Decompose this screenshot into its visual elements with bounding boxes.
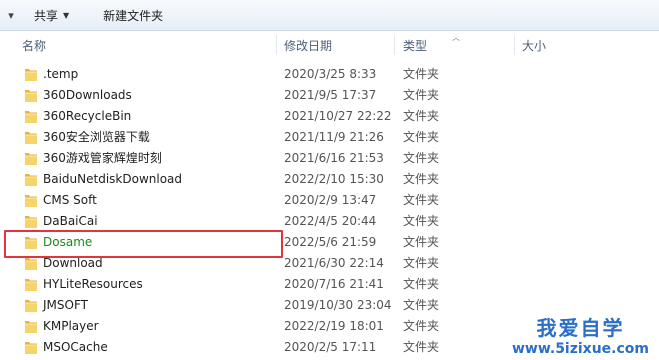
column-divider[interactable]: [514, 35, 515, 55]
file-row[interactable]: Download 2021/6/30 22:14 文件夹: [0, 253, 659, 274]
sort-arrow-icon: ︿: [452, 33, 460, 42]
file-name: 360Downloads: [43, 88, 132, 102]
file-type: 文件夹: [403, 151, 440, 165]
file-name: DaBaiCai: [43, 214, 98, 228]
column-header-date[interactable]: 修改日期: [284, 32, 332, 58]
file-row[interactable]: .temp 2020/3/25 8:33 文件夹: [0, 64, 659, 85]
file-type: 文件夹: [403, 67, 440, 81]
file-date: 2021/6/30 22:14: [284, 256, 384, 270]
folder-icon: [24, 130, 38, 145]
column-header-name[interactable]: 名称: [22, 32, 46, 58]
file-name: 360安全浏览器下载: [43, 130, 150, 144]
column-header: 名称 修改日期 类型 ︿ 大小: [0, 32, 659, 58]
file-date: 2020/3/25 8:33: [284, 67, 377, 81]
file-name: MSOCache: [43, 340, 108, 354]
file-type: 文件夹: [403, 130, 440, 144]
folder-icon: [24, 235, 38, 250]
folder-icon: [24, 277, 38, 292]
file-date: 2020/2/5 17:11: [284, 340, 377, 354]
new-folder-button-label: 新建文件夹: [103, 8, 164, 23]
file-name: .temp: [43, 67, 79, 81]
folder-icon: [24, 109, 38, 124]
column-header-size[interactable]: 大小: [522, 32, 546, 58]
file-date: 2021/10/27 22:22: [284, 109, 392, 123]
chevron-down-icon: ▼: [63, 10, 70, 20]
file-type: 文件夹: [403, 214, 440, 228]
folder-icon: [24, 88, 38, 103]
file-name: KMPlayer: [43, 319, 99, 333]
file-row[interactable]: 360Downloads 2021/9/5 17:37 文件夹: [0, 85, 659, 106]
file-row[interactable]: DaBaiCai 2022/4/5 20:44 文件夹: [0, 211, 659, 232]
folder-icon: [24, 298, 38, 313]
file-type: 文件夹: [403, 298, 440, 312]
folder-icon: [24, 256, 38, 271]
file-name: JMSOFT: [43, 298, 88, 312]
file-name: Download: [43, 256, 103, 270]
share-button-label: 共享: [34, 8, 59, 23]
file-row[interactable]: BaiduNetdiskDownload 2022/2/10 15:30 文件夹: [0, 169, 659, 190]
file-row[interactable]: Dosame 2022/5/6 21:59 文件夹: [0, 232, 659, 253]
file-date: 2022/2/19 18:01: [284, 319, 384, 333]
column-header-type[interactable]: 类型: [403, 32, 427, 58]
organize-caret-icon[interactable]: ▾: [0, 0, 22, 31]
column-divider[interactable]: [276, 35, 277, 55]
new-folder-button[interactable]: 新建文件夹: [97, 4, 169, 26]
file-type: 文件夹: [403, 235, 440, 249]
folder-icon: [24, 340, 38, 355]
folder-icon: [24, 193, 38, 208]
folder-icon: [24, 151, 38, 166]
file-date: 2022/5/6 21:59: [284, 235, 377, 249]
file-row[interactable]: CMS Soft 2020/2/9 13:47 文件夹: [0, 190, 659, 211]
file-date: 2021/9/5 17:37: [284, 88, 377, 102]
file-type: 文件夹: [403, 193, 440, 207]
folder-icon: [24, 214, 38, 229]
file-name: 360游戏管家辉煌时刻: [43, 151, 162, 165]
file-type: 文件夹: [403, 88, 440, 102]
watermark-url: www.5izixue.com: [511, 341, 649, 357]
file-name: 360RecycleBin: [43, 109, 132, 123]
file-list: .temp 2020/3/25 8:33 文件夹 360Downloads 2021/9…: [0, 64, 659, 358]
file-name: CMS Soft: [43, 193, 97, 207]
watermark: 我爱自学 www.5izixue.com: [512, 316, 649, 358]
file-date: 2022/4/5 20:44: [284, 214, 377, 228]
file-type: 文件夹: [403, 277, 440, 291]
file-date: 2021/6/16 21:53: [284, 151, 384, 165]
watermark-title: 我爱自学: [536, 316, 625, 340]
file-row[interactable]: JMSOFT 2019/10/30 23:04 文件夹: [0, 295, 659, 316]
file-date: 2020/7/16 21:41: [284, 277, 384, 291]
file-date: 2021/11/9 21:26: [284, 130, 384, 144]
file-type: 文件夹: [403, 340, 440, 354]
file-row[interactable]: 360游戏管家辉煌时刻 2021/6/16 21:53 文件夹: [0, 148, 659, 169]
file-type: 文件夹: [403, 172, 440, 186]
share-button[interactable]: 共享 ▼: [28, 4, 75, 26]
file-name: Dosame: [43, 235, 93, 249]
column-divider[interactable]: [394, 35, 395, 55]
file-date: 2020/2/9 13:47: [284, 193, 377, 207]
file-row[interactable]: HYLiteResources 2020/7/16 21:41 文件夹: [0, 274, 659, 295]
file-type: 文件夹: [403, 256, 440, 270]
file-name: BaiduNetdiskDownload: [43, 172, 183, 186]
file-type: 文件夹: [403, 109, 440, 123]
file-date: 2022/2/10 15:30: [284, 172, 384, 186]
file-row[interactable]: 360安全浏览器下载 2021/11/9 21:26 文件夹: [0, 127, 659, 148]
file-name: HYLiteResources: [43, 277, 143, 291]
folder-icon: [24, 67, 38, 82]
folder-icon: [24, 319, 38, 334]
file-date: 2019/10/30 23:04: [284, 298, 392, 312]
explorer-toolbar: ▾ 共享 ▼ 新建文件夹: [0, 0, 659, 31]
file-row[interactable]: 360RecycleBin 2021/10/27 22:22 文件夹: [0, 106, 659, 127]
folder-icon: [24, 172, 38, 187]
file-type: 文件夹: [403, 319, 440, 333]
